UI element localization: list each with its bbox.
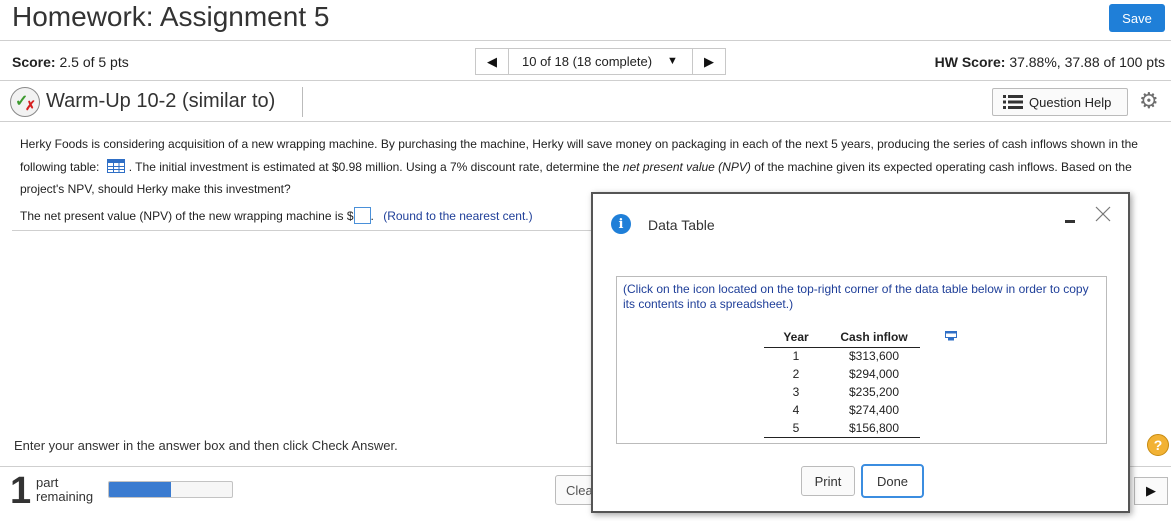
column-header-cash-inflow: Cash inflow <box>828 328 920 348</box>
dialog-title: Data Table <box>648 217 715 233</box>
answer-prompt: The net present value (NPV) of the new w… <box>20 209 354 223</box>
cash-inflow-table: Year Cash inflow 1 $313,600 2 $294,000 3… <box>764 328 920 438</box>
score-bar: Score: 2.5 of 5 pts ◀ 10 of 18 (18 compl… <box>0 43 1171 79</box>
problem-statement: Herky Foods is considering acquisition o… <box>20 137 1138 196</box>
answer-line: The net present value (NPV) of the new w… <box>20 207 533 224</box>
parts-remaining-count: 1 <box>10 470 32 512</box>
divider <box>12 230 592 231</box>
previous-question-button[interactable]: ◀ <box>476 49 509 74</box>
table-header-row: Year Cash inflow <box>764 328 920 348</box>
instruction-text: Enter your answer in the answer box and … <box>14 438 398 453</box>
divider <box>0 80 1171 81</box>
hw-score: HW Score: 37.88%, 37.88 of 100 pts <box>935 54 1165 70</box>
progress-bar <box>108 481 233 498</box>
header: Homework: Assignment 5 Save <box>0 0 1171 40</box>
table-row: 4 $274,400 <box>792 403 900 417</box>
question-header: ✓ ✗ Warm-Up 10-2 (similar to) Question H… <box>0 83 1171 119</box>
table-row: 3 $235,200 <box>792 385 900 399</box>
gear-icon[interactable]: ⚙ <box>1139 90 1159 112</box>
parts-remaining-label: part remaining <box>36 475 94 504</box>
copy-to-spreadsheet-icon[interactable] <box>945 331 957 341</box>
next-question-button[interactable]: ▶ <box>692 49 725 74</box>
question-navigator: ◀ 10 of 18 (18 complete) ▼ ▶ <box>475 48 726 75</box>
next-button[interactable]: ▶ <box>1134 477 1168 505</box>
save-button[interactable]: Save <box>1109 4 1165 32</box>
rounding-note: (Round to the nearest cent.) <box>383 209 533 223</box>
data-table-dialog: i Data Table (Click on the icon located … <box>591 192 1130 513</box>
partial-credit-icon: ✓ ✗ <box>10 87 40 117</box>
table-row: 5 $156,800 <box>764 419 920 438</box>
print-button[interactable]: Print <box>801 466 855 496</box>
divider <box>0 40 1171 41</box>
divider <box>302 87 303 117</box>
data-table-panel: (Click on the icon located on the top-ri… <box>616 276 1107 444</box>
arrow-left-icon: ◀ <box>487 53 497 69</box>
progress-fill <box>109 482 171 497</box>
score: Score: 2.5 of 5 pts <box>12 54 129 70</box>
arrow-right-icon: ▶ <box>704 53 714 69</box>
help-icon[interactable]: ? <box>1147 434 1169 456</box>
npv-answer-input[interactable] <box>353 207 371 224</box>
score-value: 2.5 of 5 pts <box>59 54 129 70</box>
table-row: 2 $294,000 <box>792 367 900 381</box>
hw-score-value: 37.88%, 37.88 of 100 pts <box>1009 54 1165 70</box>
list-icon <box>1003 95 1023 109</box>
divider <box>0 121 1171 122</box>
question-position-dropdown[interactable]: 10 of 18 (18 complete) <box>522 54 652 69</box>
hw-score-label: HW Score: <box>934 54 1006 70</box>
minimize-icon[interactable] <box>1065 220 1075 223</box>
score-label: Score: <box>12 54 56 70</box>
question-title: Warm-Up 10-2 (similar to) <box>46 90 276 112</box>
arrow-right-icon: ▶ <box>1146 483 1156 498</box>
close-icon[interactable] <box>1094 205 1112 223</box>
question-help-button[interactable]: Question Help <box>992 88 1128 116</box>
table-grid-icon[interactable] <box>106 158 125 173</box>
info-icon: i <box>611 214 631 234</box>
page-title: Homework: Assignment 5 <box>12 1 330 32</box>
copy-instruction: (Click on the icon located on the top-ri… <box>623 282 1089 311</box>
table-row: 1 $313,600 <box>792 349 900 364</box>
column-header-year: Year <box>764 328 828 348</box>
done-button[interactable]: Done <box>861 464 924 498</box>
question-help-label: Question Help <box>1029 94 1112 110</box>
chevron-down-icon[interactable]: ▼ <box>667 55 678 67</box>
